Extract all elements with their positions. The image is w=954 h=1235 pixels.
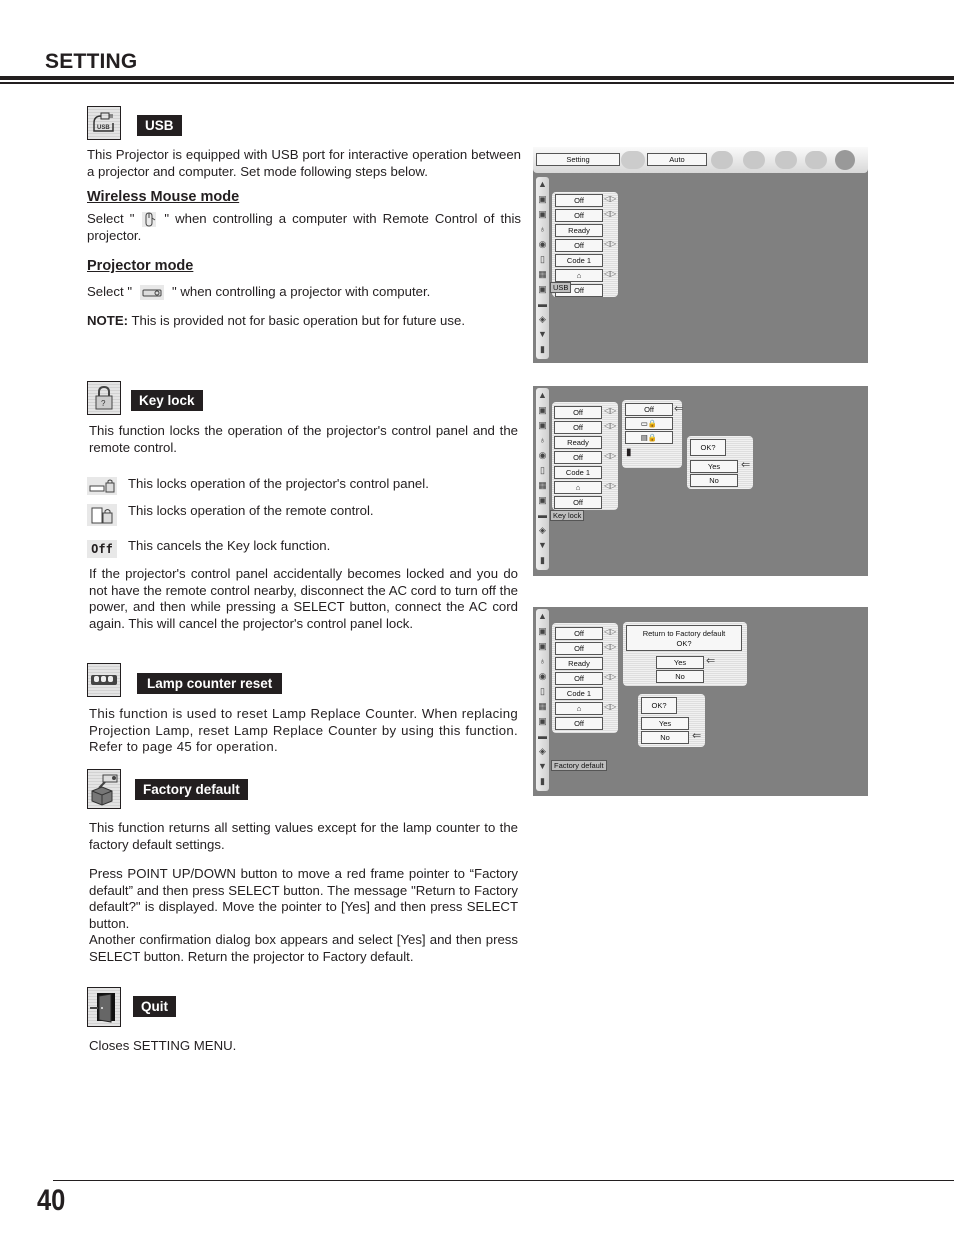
osd-field: Ready [554, 436, 602, 449]
header-rule [0, 76, 954, 80]
osd-menu-name: Setting [536, 153, 620, 166]
osd-field: Off [554, 451, 602, 464]
pointer-arrow-icon: ⇐ [674, 403, 684, 415]
osd-field: Code 1 [554, 466, 602, 479]
osd-mouse-field: ⌂ [555, 702, 603, 715]
keylock-option-remote: This locks operation of the remote contr… [128, 503, 374, 518]
factory-default-icon [87, 769, 121, 809]
pointer-arrow-icon: ⇐ [706, 655, 716, 667]
keylock-option-panel: This locks operation of the projector's … [128, 476, 429, 491]
screen-icon [775, 151, 797, 169]
yes-button[interactable]: Yes [641, 717, 689, 730]
header-rule-thin [0, 82, 954, 84]
confirm-question: OK? [690, 439, 726, 456]
panel-lock-icon [87, 477, 117, 495]
osd-field: Off [555, 239, 603, 252]
osd-tooltip: Key lock [550, 510, 585, 521]
wireless-mouse-heading: Wireless Mouse mode [87, 189, 240, 205]
osd-values-panel: Off ◁▷ Off ◁▷ Ready Off ◁▷ Code 1 ⌂ ◁▷ Off [552, 402, 618, 510]
osd-field: Off [555, 209, 603, 222]
color-icon [743, 151, 765, 169]
remote-lock-option: ▤🔒 [625, 431, 673, 444]
factory-default-text2: Press POINT UP/DOWN button to move a red… [89, 866, 518, 931]
confirm-question: OK? [641, 697, 677, 714]
pointer-arrow-icon: ⇐ [692, 730, 702, 742]
factory-default-text1: This function returns all setting values… [89, 820, 518, 852]
osd-field: Ready [555, 224, 603, 237]
osd-field: Off [554, 421, 602, 434]
osd-mouse-field: ⌂ [554, 481, 602, 494]
quit-text: Closes SETTING MENU. [89, 1038, 237, 1053]
no-button[interactable]: No [641, 731, 689, 744]
osd-field: Off [555, 627, 603, 640]
factory-default-message: Return to Factory default OK? [626, 625, 742, 651]
sound-icon [805, 151, 827, 169]
yes-button[interactable]: Yes [690, 460, 738, 473]
footer-rule [53, 1180, 954, 1181]
lamp-counter-icon [87, 663, 121, 697]
mouse-icon [142, 212, 157, 228]
osd-field: Off [554, 406, 602, 419]
usb-label: USB [137, 115, 182, 136]
projector-mode-heading: Projector mode [87, 258, 194, 274]
keylock-label: Key lock [131, 390, 203, 411]
image-adjust-icon [711, 151, 733, 169]
confirm-dialog: OK? Yes ⇐ No [687, 436, 753, 489]
osd-usb-screenshot: Setting Auto ▲ ▣ ▣ ♁ ◉ ▯ ▦ ▣ ▬ ◈ ▼ ▮ Off ◁▷ Off ◁▷ Re… [533, 147, 868, 363]
osd-field: Off [625, 403, 673, 416]
exit-door-icon [87, 987, 121, 1027]
osd-field: Code 1 [555, 687, 603, 700]
osd-keylock-screenshot: ▲ ▣ ▣ ♁ ◉ ▯ ▦ ▣ ▬ ◈ ▼ ▮ Off ◁▷ Off ◁▷ Ready Off ◁▷ Cod… [533, 386, 868, 576]
osd-sidebar: ▲ ▣ ▣ ♁ ◉ ▯ ▦ ▣ ▬ ◈ ▼ ▮ [536, 388, 549, 570]
osd-values-panel: Off ◁▷ Off ◁▷ Ready Off ◁▷ Code 1 ⌂ ◁▷ Off [552, 623, 618, 733]
osd-mouse-field: ⌂ [555, 269, 603, 282]
osd-sidebar: ▲ ▣ ▣ ♁ ◉ ▯ ▦ ▣ ▬ ◈ ▼ ▮ [536, 177, 549, 359]
osd-sidebar: ▲ ▣ ▣ ♁ ◉ ▯ ▦ ▣ ▬ ◈ ▼ ▮ [536, 609, 549, 791]
osd-tooltip: USB [550, 282, 572, 293]
factory-default-label: Factory default [135, 779, 248, 800]
wireless-mouse-text: Select " " when controlling a computer wi… [87, 211, 521, 243]
keylock-option-off: This cancels the Key lock function. [128, 538, 331, 553]
keylock-intro: This function locks the operation of the… [89, 423, 518, 455]
osd-field: Off [555, 642, 603, 655]
confirm-dialog: OK? Yes No ⇐ [638, 694, 705, 747]
off-icon: Off [87, 540, 117, 558]
osd-factory-default-screenshot: ▲ ▣ ▣ ♁ ◉ ▯ ▦ ▣ ▬ ◈ ▼ ▮ Off ◁▷ Off ◁▷ Ready Off ◁▷ Cod… [533, 607, 868, 796]
setting-icon [835, 150, 855, 170]
svg-text:?: ? [101, 399, 106, 408]
osd-field: Off [555, 672, 603, 685]
svg-text:USB: USB [97, 125, 110, 131]
no-button[interactable]: No [656, 670, 704, 683]
osd-field: Off [554, 496, 602, 509]
osd-field: Off [555, 717, 603, 730]
usb-note: NOTE: This is provided not for basic ope… [87, 313, 465, 328]
projector-icon [140, 285, 164, 301]
factory-default-text3: Another confirmation dialog box appears … [89, 932, 518, 964]
osd-tooltip: Factory default [551, 760, 607, 771]
remote-lock-icon [87, 504, 117, 526]
pointer-arrow-icon: ⇐ [741, 459, 751, 471]
input-icon [621, 151, 645, 169]
quit-label: Quit [133, 996, 176, 1017]
osd-field: Ready [555, 657, 603, 670]
lamp-counter-text: This function is used to reset Lamp Repl… [89, 706, 518, 754]
factory-default-dialog: Return to Factory default OK? Yes ⇐ No [623, 622, 747, 686]
lamp-counter-label: Lamp counter reset [137, 673, 283, 694]
no-button[interactable]: No [690, 474, 738, 487]
usb-intro: This Projector is equipped with USB port… [87, 147, 521, 179]
usb-icon: USB [87, 106, 121, 140]
keylock-submenu: Off ⇐ ▭🔒 ▤🔒 ▮ [622, 400, 684, 468]
padlock-icon: ? [87, 381, 121, 415]
page-title: SETTING [45, 50, 138, 73]
osd-field: Code 1 [555, 254, 603, 267]
yes-button[interactable]: Yes [656, 656, 704, 669]
projector-mode-text: Select " " when controlling a projector w… [87, 284, 431, 301]
osd-top-menu: Setting Auto [533, 147, 868, 173]
osd-mode: Auto [647, 153, 707, 166]
exit-door-icon: ▮ [626, 447, 632, 458]
page-number: 40 [37, 1184, 66, 1217]
osd-field: Off [555, 194, 603, 207]
panel-lock-option: ▭🔒 [625, 417, 673, 430]
keylock-warning: If the projector's control panel acciden… [89, 566, 518, 631]
